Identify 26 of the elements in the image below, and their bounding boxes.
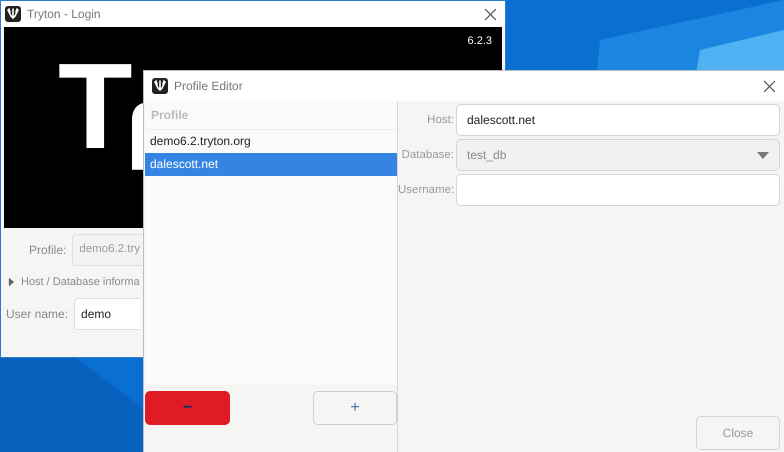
field-label: Host: xyxy=(426,114,455,126)
caret-icon xyxy=(757,152,769,158)
app-icon xyxy=(5,6,21,22)
column-header: Profile xyxy=(145,101,397,130)
field-label: Username: xyxy=(398,184,456,196)
field-label: Database: xyxy=(400,149,455,161)
input-field[interactable]: dalescott.net xyxy=(456,104,780,136)
logo-text: T xyxy=(58,45,133,167)
field-label: User name: xyxy=(6,307,68,321)
app-icon xyxy=(152,78,168,94)
expander-label[interactable]: Host / Database informa xyxy=(21,276,140,288)
version-label: 6.2.3 xyxy=(468,35,492,47)
collapsed-icon[interactable] xyxy=(8,277,15,287)
window-title: Profile Editor xyxy=(174,79,244,93)
add-button[interactable]: + xyxy=(313,391,397,425)
profile-dropdown[interactable]: demo6.2.try xyxy=(72,234,142,266)
window-title: Tryton - Login xyxy=(27,7,102,21)
close-icon[interactable] xyxy=(484,8,497,20)
profile-item[interactable]: demo6.2.tryton.org xyxy=(145,130,397,153)
username-field[interactable]: demo xyxy=(74,298,140,330)
close-button[interactable]: Close xyxy=(696,416,780,450)
field-label: Profile: xyxy=(29,243,66,257)
remove-button[interactable]: − xyxy=(145,391,230,425)
profile-item[interactable]: dalescott.net xyxy=(145,153,397,176)
input-field[interactable] xyxy=(456,174,780,206)
close-icon[interactable] xyxy=(763,80,776,92)
